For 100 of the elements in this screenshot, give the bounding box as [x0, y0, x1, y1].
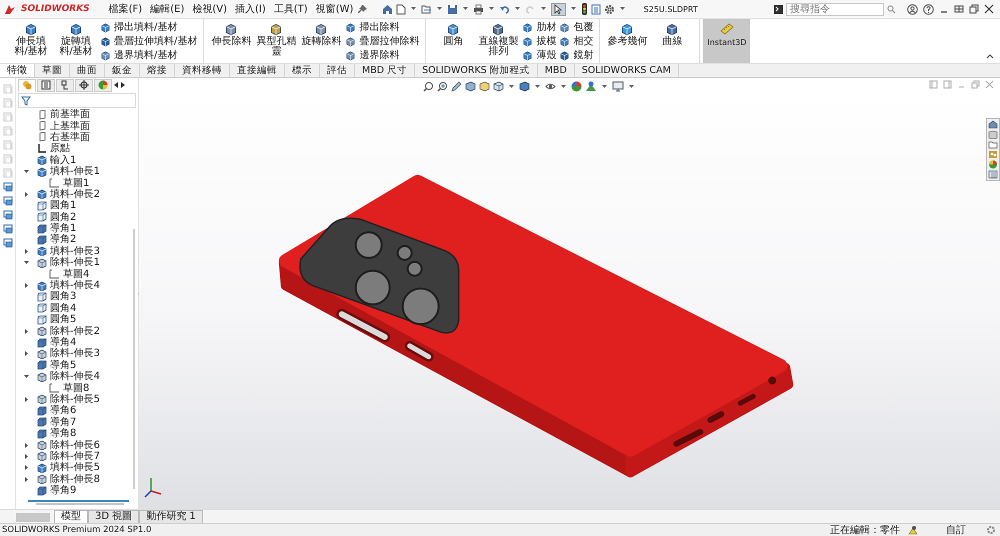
folder-icon[interactable] — [988, 140, 998, 149]
expand-toggle[interactable] — [23, 475, 30, 484]
search-icon[interactable] — [887, 4, 896, 14]
undo-icon[interactable] — [499, 4, 510, 14]
scrollbar[interactable] — [133, 229, 135, 489]
ribbon-tab[interactable]: MBD — [538, 64, 575, 77]
filter-icon[interactable] — [21, 96, 31, 106]
expand-toggle[interactable] — [23, 441, 30, 450]
pin-icon[interactable] — [358, 4, 368, 14]
units-dropdown[interactable]: 自訂 — [926, 523, 978, 536]
pencil-icon[interactable] — [451, 81, 462, 92]
tile-windows-icon[interactable] — [954, 4, 964, 14]
caret-icon[interactable] — [571, 7, 576, 11]
cube-icon[interactable] — [479, 81, 490, 92]
caret-icon[interactable] — [489, 7, 494, 11]
tree-item[interactable]: 填料-伸長4 — [50, 280, 100, 292]
tree-item[interactable]: 導角4 — [50, 337, 76, 348]
tree-item[interactable]: 除料-伸長6 — [50, 440, 100, 451]
rollback-bar[interactable] — [28, 500, 129, 502]
ribbon-button[interactable]: 參考幾何 — [606, 20, 648, 62]
tree-item[interactable]: 上基準面 — [50, 120, 90, 132]
caret-icon[interactable] — [620, 7, 626, 11]
cube-icon[interactable] — [519, 81, 530, 92]
ribbon-button[interactable]: 旋轉填料/基材 — [55, 20, 97, 62]
ribbon-button[interactable]: 直線複製排列 — [477, 20, 520, 62]
menu-item[interactable]: 工具(T) — [274, 2, 308, 16]
tree-item[interactable]: 導角7 — [50, 416, 76, 428]
tree-item[interactable]: 導角5 — [50, 360, 76, 371]
ribbon-button[interactable]: 邊界除料 — [345, 50, 420, 60]
ribbon-button[interactable]: 異型孔精靈 — [255, 20, 298, 62]
tree-item[interactable]: 填料-伸長5 — [50, 462, 100, 474]
tree-item[interactable]: 草圖8 — [63, 382, 90, 394]
tree-item[interactable]: 填料-伸長3 — [50, 246, 100, 257]
tree-item[interactable]: 導角9 — [50, 485, 76, 496]
caret-icon[interactable] — [411, 7, 416, 11]
view-tab[interactable]: 3D 視圖 — [88, 510, 140, 523]
tree-item[interactable]: 導角2 — [50, 234, 76, 246]
ribbon-tab[interactable]: SOLIDWORKS 附加程式 — [415, 64, 538, 77]
ribbon-button[interactable]: 掃出除料 — [345, 22, 420, 32]
scrollbar[interactable] — [36, 503, 124, 505]
tree-item[interactable]: 圓角3 — [50, 291, 76, 302]
ribbon-button[interactable]: 薄殼 — [522, 50, 556, 60]
ribbon-button[interactable]: 疊層拉伸填料/基材 — [100, 36, 198, 46]
cube-icon[interactable] — [988, 130, 998, 139]
magnifier-icon[interactable] — [423, 81, 434, 92]
tree-item[interactable]: 填料-伸長1 — [50, 166, 100, 178]
ribbon-button[interactable]: 邊界填料/基材 — [100, 50, 198, 60]
tree-item[interactable]: 填料-伸長2 — [50, 188, 100, 200]
rebuild-icon[interactable] — [908, 525, 918, 535]
settings-icon[interactable] — [604, 4, 616, 14]
tree-item[interactable]: 輸入1 — [50, 154, 76, 166]
user-icon[interactable] — [907, 4, 918, 14]
tree-item[interactable]: 草圖4 — [63, 268, 90, 280]
ribbon-button[interactable]: 肋材 — [522, 22, 556, 32]
tree-item[interactable]: 除料-伸長7 — [50, 450, 100, 462]
tree-item[interactable]: 圓角2 — [50, 212, 76, 223]
expand-toggle[interactable] — [23, 464, 30, 472]
ribbon-tab[interactable]: 標示 — [285, 64, 320, 77]
ribbon-button[interactable]: 圓角 — [432, 20, 474, 62]
ribbon-button[interactable]: 鏡射 — [559, 50, 594, 60]
ribbon-button[interactable]: 疊層拉伸除料 — [345, 36, 420, 46]
tree-item[interactable]: 圓角4 — [50, 302, 76, 314]
monitor-icon[interactable] — [612, 81, 624, 92]
panel-tab[interactable] — [75, 78, 93, 92]
ribbon-tab[interactable]: 鈑金 — [105, 64, 140, 77]
caret-icon[interactable] — [515, 7, 520, 11]
expand-toggle[interactable] — [23, 327, 30, 336]
list-icon[interactable] — [988, 170, 998, 179]
magnifier-icon[interactable] — [437, 81, 448, 92]
cube-icon[interactable] — [493, 81, 504, 92]
instant3d-toggle[interactable]: Instant3D — [703, 19, 750, 63]
caret-icon[interactable] — [629, 84, 634, 88]
tree-item[interactable]: 原點 — [50, 143, 70, 154]
home-icon[interactable] — [382, 4, 394, 14]
tree-item[interactable]: 前基準面 — [50, 109, 90, 120]
expand-toggle[interactable] — [23, 282, 30, 290]
ribbon-button[interactable]: 伸長除料 — [210, 20, 252, 62]
ribbon-tab[interactable]: MBD 尺寸 — [355, 64, 416, 77]
sphere-icon[interactable] — [571, 81, 582, 92]
caret-icon[interactable] — [541, 7, 546, 11]
expand-toggle[interactable] — [23, 452, 30, 460]
panel-tab[interactable] — [56, 78, 74, 92]
ribbon-tab[interactable]: 熔接 — [140, 64, 175, 77]
tree-item[interactable]: 圓角1 — [50, 200, 76, 212]
menu-item[interactable]: 檔案(F) — [108, 2, 142, 16]
save-icon[interactable] — [447, 4, 458, 14]
tree-item[interactable]: 除料-伸長5 — [50, 394, 100, 405]
close-icon[interactable] — [984, 4, 994, 14]
ribbon-button[interactable]: 包覆 — [559, 22, 594, 32]
ribbon-tab[interactable]: 曲面 — [70, 64, 105, 77]
collapse-ribbon-icon[interactable] — [986, 54, 994, 59]
ribbon-tab[interactable]: 評估 — [320, 64, 355, 77]
scroll-right-icon[interactable] — [120, 81, 126, 89]
menu-item[interactable]: 插入(I) — [235, 2, 266, 16]
ribbon-button[interactable]: 相交 — [559, 36, 594, 46]
ribbon-tab[interactable]: 特徵 — [0, 64, 35, 77]
caret-icon[interactable] — [463, 7, 468, 11]
open-folder-icon[interactable] — [421, 4, 432, 14]
tree-item[interactable]: 圓角5 — [50, 314, 76, 326]
tree-item[interactable]: 除料-伸長3 — [50, 348, 100, 360]
